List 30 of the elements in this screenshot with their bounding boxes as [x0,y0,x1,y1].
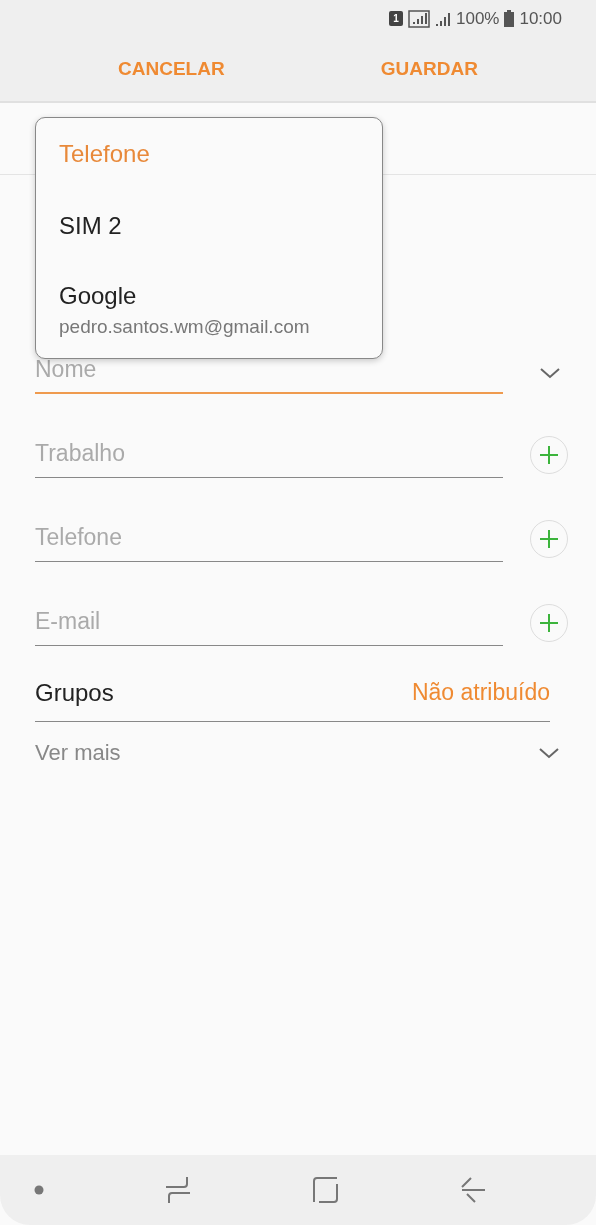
add-button[interactable] [530,604,568,642]
input-field[interactable]: E-mail [35,598,503,646]
groups-label: Grupos [35,678,114,707]
battery-icon [504,10,515,27]
add-button[interactable] [530,436,568,474]
plus-icon [539,529,559,549]
menu-item-subtitle: pedro.santos.wm@gmail.com [59,316,311,338]
input-field[interactable]: Telefone [35,514,503,562]
plus-icon [539,445,559,465]
see-more-label[interactable]: Ver mais [35,740,121,766]
back-icon[interactable] [460,1177,486,1203]
menu-item[interactable]: Telefone [59,140,359,168]
recent-apps-icon[interactable] [165,1176,192,1204]
home-icon[interactable] [312,1177,339,1203]
sim-badge: 1 [388,11,403,26]
clock: 10:00 [519,8,562,29]
plus-icon [539,613,559,633]
header-action-button[interactable]: CANCELAR [108,52,235,86]
menu-item[interactable]: SIM 2 [59,212,359,240]
signal-icon [434,10,451,27]
battery-percent: 100% [455,8,500,29]
input-field[interactable]: Trabalho [35,430,503,478]
header-action-button[interactable]: GUARDAR [370,52,488,86]
menu-item[interactable]: Google [59,282,359,310]
dot-icon[interactable] [34,1185,44,1195]
chevron-down-icon[interactable] [539,366,561,380]
add-button[interactable] [530,520,568,558]
chevron-down-icon[interactable] [538,746,560,760]
signal-icon [407,9,430,28]
groups-value[interactable]: Não atribuído [411,679,550,706]
